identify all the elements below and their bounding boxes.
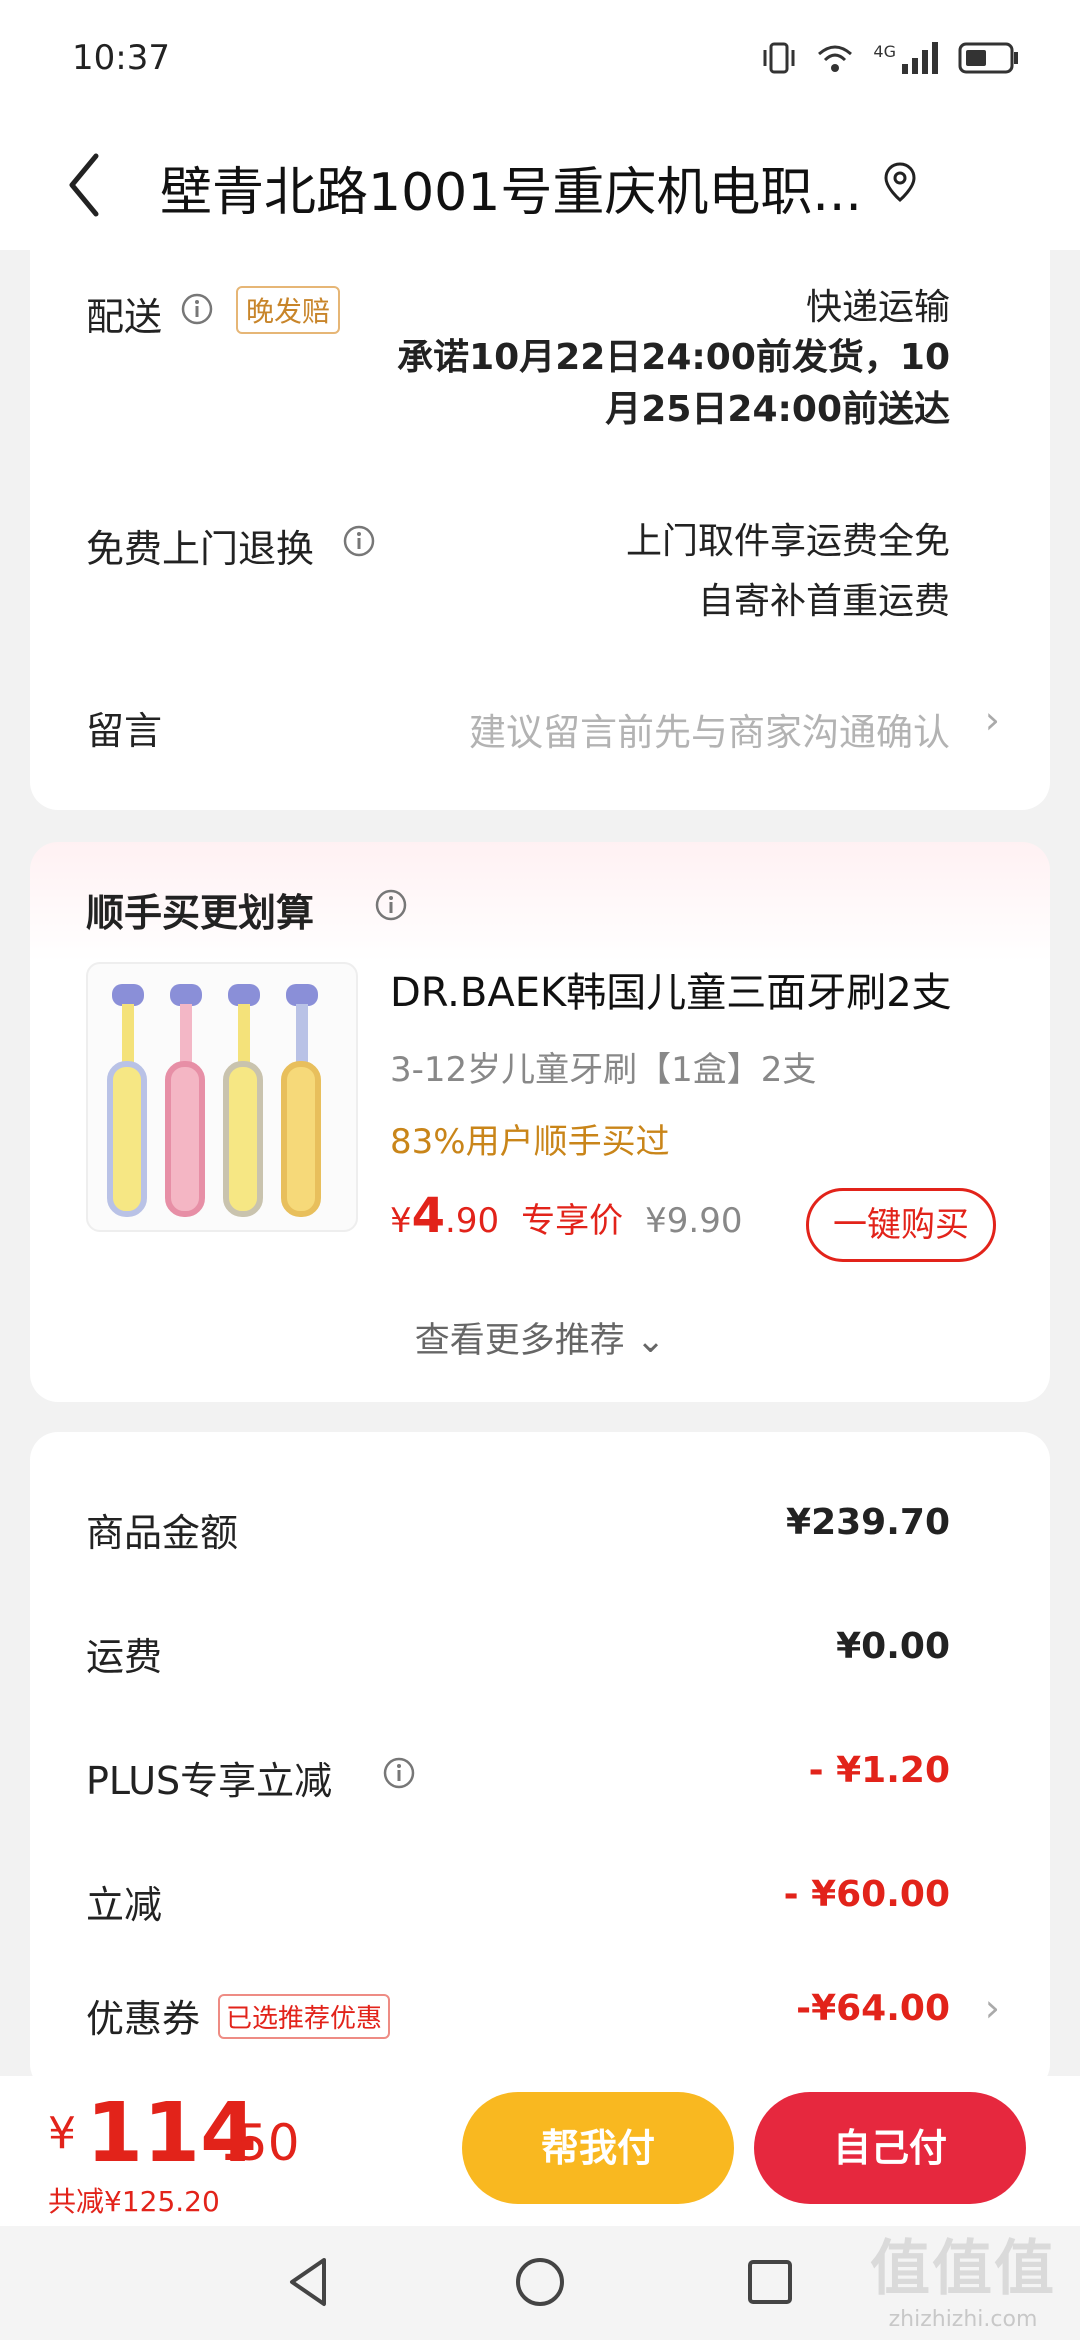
returns-line1: 上门取件享运费全免 [625, 521, 950, 562]
watermark-logo: 值值值 [870, 2234, 1056, 2304]
summary-row-plus: PLUS专享立减 - ¥1.20 [30, 1750, 1050, 1810]
product-image[interactable] [86, 962, 358, 1232]
original-price: ¥9.90 [645, 1201, 743, 1241]
delivery-method: 快递运输 [805, 287, 950, 328]
status-icons: 4G [761, 40, 1020, 76]
price-integer: 4 [411, 1188, 446, 1244]
summary-row-discount: 立减 - ¥60.00 [30, 1874, 1050, 1934]
nav-recents-icon[interactable] [740, 2252, 800, 2312]
amount-summary-card: 商品金额 ¥239.70 运费 ¥0.00 PLUS专享立减 - ¥1.20 立… [30, 1432, 1050, 2092]
toothbrush-image-icon [107, 984, 321, 1217]
checkout-bar: ¥ 114 .50 共减¥125.20 帮我付 自己付 [0, 2076, 1080, 2226]
addon-title: 顺手买更划算 [86, 891, 315, 935]
remark-input[interactable]: 建议留言前先与商家沟通确认 [469, 702, 950, 756]
delivery-promise-line2: 月25日24:00前送达 [605, 389, 950, 430]
battery-icon [958, 42, 1018, 74]
late-compensation-badge: 晚发赔 [236, 286, 341, 334]
delivery-info-icon[interactable] [180, 292, 214, 326]
summary-label: 立减 [86, 1883, 163, 1927]
price-symbol: ¥ [390, 1201, 412, 1241]
returns-info-icon[interactable] [342, 524, 376, 558]
system-nav-bar: 值值值 zhizhizhi.com [0, 2226, 1080, 2340]
summary-row-goods: 商品金额 ¥239.70 [30, 1502, 1050, 1562]
total-symbol: ¥ [48, 2108, 76, 2159]
summary-value: - ¥1.20 [808, 1750, 950, 1791]
location-pin-icon[interactable] [882, 160, 918, 204]
status-bar: 10:37 4G [0, 0, 1080, 120]
plus-info-icon[interactable] [382, 1756, 416, 1790]
price-display: ¥4.90 [390, 1188, 499, 1244]
nav-back-icon[interactable] [280, 2252, 340, 2312]
returns-line2: 自寄补首重运费 [697, 581, 950, 622]
summary-label: 运费 [86, 1635, 163, 1679]
addon-info-icon[interactable] [374, 888, 408, 922]
product-name[interactable]: DR.BAEK韩国儿童三面牙刷2支 [390, 960, 952, 1018]
wifi-icon [818, 45, 853, 72]
vibrate-icon [763, 42, 795, 74]
summary-value: ¥239.70 [786, 1502, 950, 1543]
status-time: 10:37 [72, 38, 170, 78]
returns-label: 免费上门退换 [86, 527, 315, 571]
summary-label: 优惠券 [86, 1997, 201, 2041]
coupon-chevron-icon[interactable]: › [985, 1986, 1000, 2030]
remark-label: 留言 [86, 709, 163, 753]
delivery-promise-line1: 承诺10月22日24:00前发货，10 [397, 337, 950, 378]
coupon-recommended-badge: 已选推荐优惠 [218, 1994, 391, 2039]
summary-row-shipping: 运费 ¥0.00 [30, 1626, 1050, 1686]
addon-card: 顺手买更划算 DR.BAEK韩国儿童三面牙刷2支 3-12岁儿童牙刷【1盒】2支… [30, 842, 1050, 1402]
summary-row-coupon[interactable]: 优惠券 已选推荐优惠 -¥64.00 › [30, 1986, 1050, 2048]
total-decimal: .50 [220, 2114, 300, 2172]
price-decimal: .90 [445, 1201, 500, 1241]
summary-label: 商品金额 [86, 1511, 239, 1555]
summary-label: PLUS专享立减 [86, 1759, 333, 1803]
network-label: 4G [873, 41, 896, 61]
product-buyers-stat: 83%用户顺手买过 [390, 1122, 670, 1162]
remark-chevron-icon[interactable]: › [985, 698, 1000, 742]
delivery-label: 配送 [86, 295, 163, 339]
nav-home-icon[interactable] [510, 2252, 570, 2312]
summary-value: -¥64.00 [796, 1988, 950, 2029]
total-saved: 共减¥125.20 [48, 2185, 220, 2218]
watermark-url: zhizhizhi.com [888, 2307, 1038, 2332]
signal-icon [902, 42, 938, 74]
more-recommendations-link[interactable]: 查看更多推荐 ⌄ [30, 1312, 1050, 1363]
product-price: ¥4.90 专享价 ¥9.90 [390, 1188, 742, 1244]
self-pay-button[interactable]: 自己付 [754, 2092, 1026, 2204]
product-spec: 3-12岁儿童牙刷【1盒】2支 [390, 1050, 817, 1090]
summary-value: ¥0.00 [836, 1626, 950, 1667]
delivery-address[interactable]: 壁青北路1001号重庆机电职... [160, 150, 862, 225]
order-info-card: 配送 晚发赔 快递运输 承诺10月22日24:00前发货，10 月25日24:0… [30, 230, 1050, 810]
price-label: 专享价 [521, 1201, 624, 1241]
help-pay-button[interactable]: 帮我付 [462, 2092, 734, 2204]
watermark: 值值值 zhizhizhi.com [870, 2220, 1056, 2332]
back-arrow-icon[interactable] [60, 150, 110, 220]
one-click-buy-button[interactable]: 一键购买 [806, 1188, 996, 1262]
summary-value: - ¥60.00 [783, 1874, 950, 1915]
